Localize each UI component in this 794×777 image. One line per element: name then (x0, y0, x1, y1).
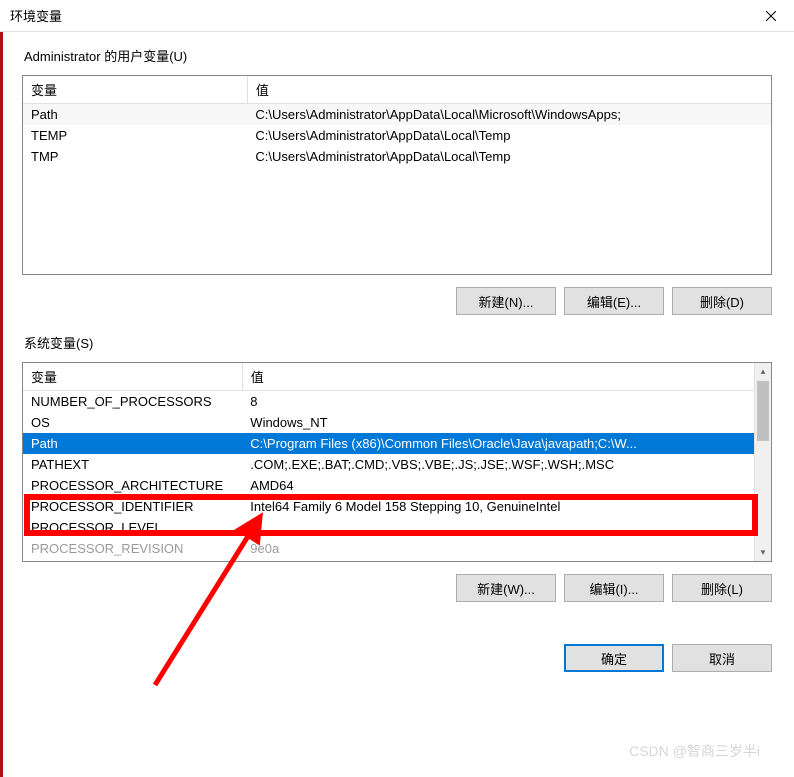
window-title: 环境变量 (10, 6, 62, 25)
var-value: Intel64 Family 6 Model 158 Stepping 10, … (242, 496, 754, 517)
var-value: .COM;.EXE;.BAT;.CMD;.VBS;.VBE;.JS;.JSE;.… (242, 454, 754, 475)
close-button[interactable] (748, 0, 794, 32)
table-row[interactable]: OS Windows_NT (23, 412, 754, 433)
col-header-variable[interactable]: 变量 (23, 76, 247, 104)
table-row[interactable]: PROCESSOR_ARCHITECTURE AMD64 (23, 475, 754, 496)
edit-user-var-button[interactable]: 编辑(E)... (564, 287, 664, 315)
cancel-button[interactable]: 取消 (672, 644, 772, 672)
var-name: Path (23, 104, 247, 126)
user-vars-label: Administrator 的用户变量(U) (22, 46, 772, 65)
var-name: PROCESSOR_IDENTIFIER (23, 496, 242, 517)
window-left-edge (0, 32, 3, 777)
table-row-selected[interactable]: Path C:\Program Files (x86)\Common Files… (23, 433, 754, 454)
var-name: TMP (23, 146, 247, 167)
var-name: PROCESSOR_REVISION (23, 538, 242, 559)
var-value: Windows_NT (242, 412, 754, 433)
table-row[interactable]: PROCESSOR_LEVEL 6 (23, 517, 754, 538)
user-vars-table-wrap: 变量 值 Path C:\Users\Administrator\AppData… (22, 75, 772, 275)
var-name: OS (23, 412, 242, 433)
system-vars-table-wrap: 变量 值 NUMBER_OF_PROCESSORS 8 OS Windows_N… (22, 362, 772, 562)
var-name: PROCESSOR_ARCHITECTURE (23, 475, 242, 496)
delete-user-var-button[interactable]: 删除(D) (672, 287, 772, 315)
var-value: 9e0a (242, 538, 754, 559)
table-row[interactable]: TMP C:\Users\Administrator\AppData\Local… (23, 146, 771, 167)
table-row[interactable]: PROCESSOR_REVISION 9e0a (23, 538, 754, 559)
var-value: C:\Users\Administrator\AppData\Local\Mic… (247, 104, 771, 126)
new-system-var-button[interactable]: 新建(W)... (456, 574, 556, 602)
scrollbar[interactable]: ▴ ▾ (754, 363, 771, 561)
var-name: Path (23, 433, 242, 454)
system-vars-label: 系统变量(S) (22, 333, 772, 352)
scroll-up-icon[interactable]: ▴ (755, 363, 771, 380)
system-vars-table[interactable]: 变量 值 NUMBER_OF_PROCESSORS 8 OS Windows_N… (23, 363, 754, 559)
titlebar: 环境变量 (0, 0, 794, 32)
var-value: 8 (242, 391, 754, 413)
var-name: PATHEXT (23, 454, 242, 475)
scroll-down-icon[interactable]: ▾ (755, 544, 771, 561)
watermark: CSDN @智商三岁半i (629, 741, 760, 761)
dialog-footer: 确定 取消 (0, 634, 794, 672)
var-name: TEMP (23, 125, 247, 146)
system-variables-group: 系统变量(S) 变量 值 NUMBER_OF_PROCESSORS 8 O (22, 333, 772, 602)
table-row[interactable]: Path C:\Users\Administrator\AppData\Loca… (23, 104, 771, 126)
table-row[interactable]: NUMBER_OF_PROCESSORS 8 (23, 391, 754, 413)
table-row[interactable]: TEMP C:\Users\Administrator\AppData\Loca… (23, 125, 771, 146)
user-vars-table[interactable]: 变量 值 Path C:\Users\Administrator\AppData… (23, 76, 771, 167)
close-icon (766, 11, 776, 21)
table-row[interactable]: PATHEXT .COM;.EXE;.BAT;.CMD;.VBS;.VBE;.J… (23, 454, 754, 475)
new-user-var-button[interactable]: 新建(N)... (456, 287, 556, 315)
var-name: NUMBER_OF_PROCESSORS (23, 391, 242, 413)
edit-system-var-button[interactable]: 编辑(I)... (564, 574, 664, 602)
var-value: C:\Program Files (x86)\Common Files\Orac… (242, 433, 754, 454)
table-row[interactable]: PROCESSOR_IDENTIFIER Intel64 Family 6 Mo… (23, 496, 754, 517)
var-value: C:\Users\Administrator\AppData\Local\Tem… (247, 146, 771, 167)
col-header-variable[interactable]: 变量 (23, 363, 242, 391)
ok-button[interactable]: 确定 (564, 644, 664, 672)
col-header-value[interactable]: 值 (242, 363, 754, 391)
var-value: C:\Users\Administrator\AppData\Local\Tem… (247, 125, 771, 146)
delete-system-var-button[interactable]: 删除(L) (672, 574, 772, 602)
user-vars-buttons: 新建(N)... 编辑(E)... 删除(D) (22, 287, 772, 315)
col-header-value[interactable]: 值 (247, 76, 771, 104)
var-value: AMD64 (242, 475, 754, 496)
scroll-thumb[interactable] (757, 381, 769, 441)
var-value: 6 (242, 517, 754, 538)
user-variables-group: Administrator 的用户变量(U) 变量 值 Path C:\User… (22, 46, 772, 315)
var-name: PROCESSOR_LEVEL (23, 517, 242, 538)
system-vars-buttons: 新建(W)... 编辑(I)... 删除(L) (22, 574, 772, 602)
